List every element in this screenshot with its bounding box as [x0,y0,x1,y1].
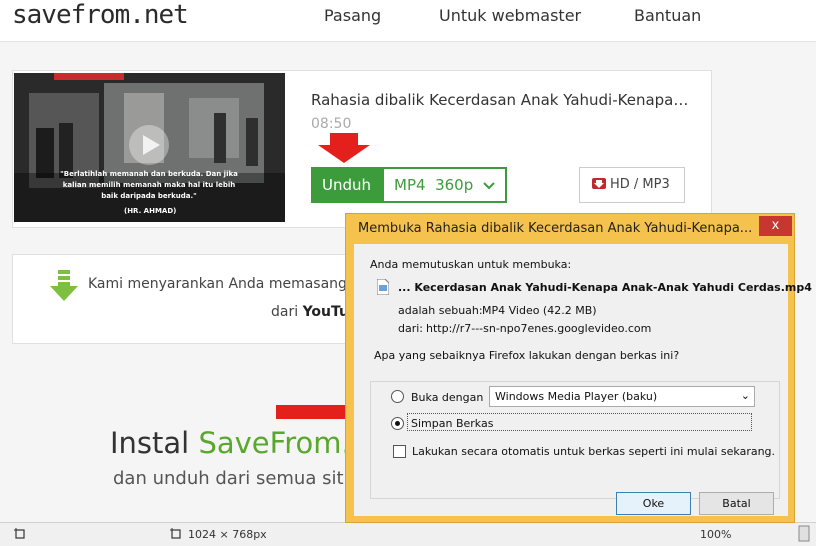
dialog-body: Anda memutuskan untuk membuka: ... Kecer… [354,244,812,516]
thumbnail-caption: "Berlatihlah memanah dan berkuda. Dan ji… [60,170,238,200]
video-title: Rahasia dibalik Kecerdasan Anak Yahudi-K… [311,91,689,109]
install-subtitle: dan unduh dari semua sit [113,468,344,489]
install-prefix: Instal [110,426,199,460]
dimensions-readout: 1024 × 768px [188,528,267,541]
dialog-title: Membuka Rahasia dibalik Kecerdasan Anak … [358,221,753,236]
recommendation-text: Kami menyarankan Anda memasang el [88,276,364,292]
dialog-close-button[interactable]: x [759,216,792,236]
dialog-from-value: http://r7---sn-npo7enes.googlevideo.com [426,322,652,335]
save-file-radio[interactable] [391,417,404,430]
dialog-filename: ... Kecerdasan Anak Yahudi-Kenapa Anak-A… [398,281,812,294]
status-bar: 1024 × 768px 100% [0,522,816,546]
dialog-intro: Anda memutuskan untuk membuka: [370,258,572,271]
resize-grip-icon[interactable] [798,525,810,543]
file-icon [377,279,389,295]
install-heading: Instal SaveFrom.n [110,426,369,460]
open-with-radio[interactable] [391,390,404,403]
dialog-type-label: adalah sebuah: [398,304,483,317]
open-with-app-select[interactable]: Windows Media Player (baku) ⌄ [489,386,755,407]
auto-action-checkbox[interactable] [393,445,406,458]
auto-action-label[interactable]: Lakukan secara otomatis untuk berkas sep… [412,445,775,458]
hd-mp3-button[interactable]: HD / MP3 [579,167,685,203]
page: savefrom.net Pasang Untuk webmaster Bant… [0,0,816,546]
thumbnail-source: (HR. AHMAD) [124,207,177,215]
dialog-type-value: MP4 Video (42.2 MB) [482,304,597,317]
nav-webmaster[interactable]: Untuk webmaster [439,6,581,25]
dimensions-icon [170,528,181,539]
recommendation-line2-prefix: dari [271,304,303,320]
install-brand: SaveFrom.n [198,426,370,460]
green-download-icon [50,270,78,301]
video-duration: 08:50 [311,116,352,132]
download-icon [592,178,606,189]
recommendation-text-main: Kami menyarankan Anda memasang [88,276,352,292]
chevron-down-icon: ⌄ [740,389,750,402]
ok-button[interactable]: Oke [616,492,691,515]
site-logo[interactable]: savefrom.net [12,0,189,30]
open-with-label[interactable]: Buka dengan [411,391,483,404]
recommendation-line2-bold: YouTu [302,304,349,320]
save-file-label[interactable]: Simpan Berkas [411,417,493,430]
format-dropdown[interactable]: MP4 360p [382,167,507,203]
open-file-dialog: Membuka Rahasia dibalik Kecerdasan Anak … [345,213,812,523]
top-navigation: savefrom.net Pasang Untuk webmaster Bant… [0,0,816,42]
dialog-from-label: dari: [398,322,424,335]
nav-pasang[interactable]: Pasang [324,6,381,25]
select-region-icon[interactable] [14,528,26,540]
download-button[interactable]: Unduh [311,167,382,203]
cancel-button[interactable]: Batal [699,492,774,515]
format-label: MP4 360p [394,176,474,194]
dialog-question: Apa yang sebaiknya Firefox lakukan denga… [374,349,680,362]
recommendation-line2: dari YouTu [271,304,349,320]
zoom-readout[interactable]: 100% [700,528,731,541]
hd-mp3-label: HD / MP3 [610,177,670,192]
video-thumbnail[interactable]: "Berlatihlah memanah dan berkuda. Dan ji… [14,73,285,222]
chevron-down-icon [483,182,495,190]
red-arrow-down-icon [318,133,370,163]
open-with-app-value: Windows Media Player (baku) [495,390,658,403]
nav-bantuan[interactable]: Bantuan [634,6,701,25]
